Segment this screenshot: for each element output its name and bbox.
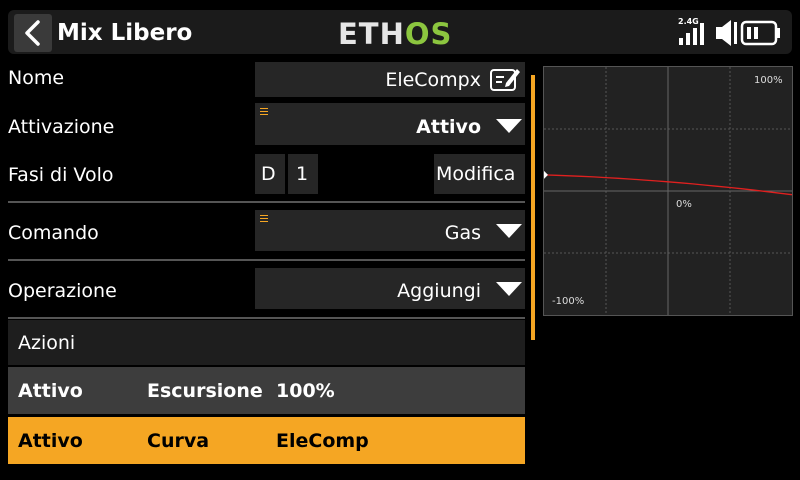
attivazione-label: Attivazione — [8, 116, 115, 138]
action-row[interactable]: Attivo Escursione 100% — [8, 367, 525, 414]
signal-icon: 2.4G — [678, 17, 704, 45]
operazione-value: Aggiungi — [397, 280, 481, 302]
comando-value: Gas — [444, 222, 481, 244]
modifica-button[interactable]: Modifica — [434, 154, 525, 194]
back-button[interactable] — [14, 14, 52, 52]
fase-1-button[interactable]: 1 — [288, 154, 318, 194]
action-value: 100% — [276, 380, 335, 402]
fasi-label: Fasi di Volo — [8, 164, 114, 186]
action-type: Curva — [147, 430, 210, 452]
battery-icon — [740, 20, 780, 46]
scrollbar[interactable] — [531, 75, 535, 340]
ethos-logo: ETHOS — [338, 19, 452, 49]
dropdown-arrow-icon — [496, 224, 522, 238]
comando-dropdown[interactable]: Gas — [255, 210, 525, 251]
operazione-label: Operazione — [8, 280, 117, 302]
switch-marker-icon — [260, 108, 268, 115]
action-value: EleComp — [276, 430, 369, 452]
nome-value: EleCompx — [385, 69, 481, 91]
separator — [8, 317, 525, 319]
azioni-header: Azioni — [8, 320, 525, 365]
logo-part-os: OS — [404, 17, 453, 51]
action-type: Escursione — [147, 380, 263, 402]
switch-marker-icon — [260, 215, 268, 222]
action-state: Attivo — [18, 380, 83, 402]
comando-label: Comando — [8, 222, 99, 244]
nome-field[interactable]: EleCompx — [255, 62, 525, 97]
separator — [8, 259, 525, 261]
nome-label: Nome — [8, 67, 65, 89]
dropdown-arrow-icon — [496, 119, 522, 133]
input-marker-icon — [544, 170, 548, 179]
attivazione-dropdown[interactable]: Attivo — [255, 103, 525, 145]
fase-d-text: D — [261, 163, 276, 185]
graph-label-mid: 0% — [676, 199, 692, 210]
mix-curve-graph: 100% 0% -100% — [543, 66, 793, 316]
attivazione-value: Attivo — [416, 116, 481, 138]
status-icons: 2.4G — [676, 14, 788, 50]
separator — [8, 201, 525, 203]
azioni-title: Azioni — [18, 332, 76, 354]
band-label: 2.4G — [678, 17, 699, 26]
logo-part-eth: ETH — [338, 17, 405, 51]
operazione-dropdown[interactable]: Aggiungi — [255, 268, 525, 309]
graph-label-top: 100% — [754, 75, 783, 86]
edit-icon[interactable] — [488, 65, 522, 93]
chevron-left-icon — [25, 20, 40, 46]
action-state: Attivo — [18, 430, 83, 452]
modifica-text: Modifica — [436, 163, 516, 185]
page-title: Mix Libero — [57, 20, 193, 46]
fase-1-text: 1 — [296, 163, 309, 185]
dropdown-arrow-icon — [496, 282, 522, 296]
speaker-icon — [716, 20, 737, 46]
action-row-selected[interactable]: Attivo Curva EleComp — [8, 417, 525, 464]
graph-label-bottom: -100% — [552, 296, 584, 307]
fase-d-button[interactable]: D — [255, 154, 285, 194]
